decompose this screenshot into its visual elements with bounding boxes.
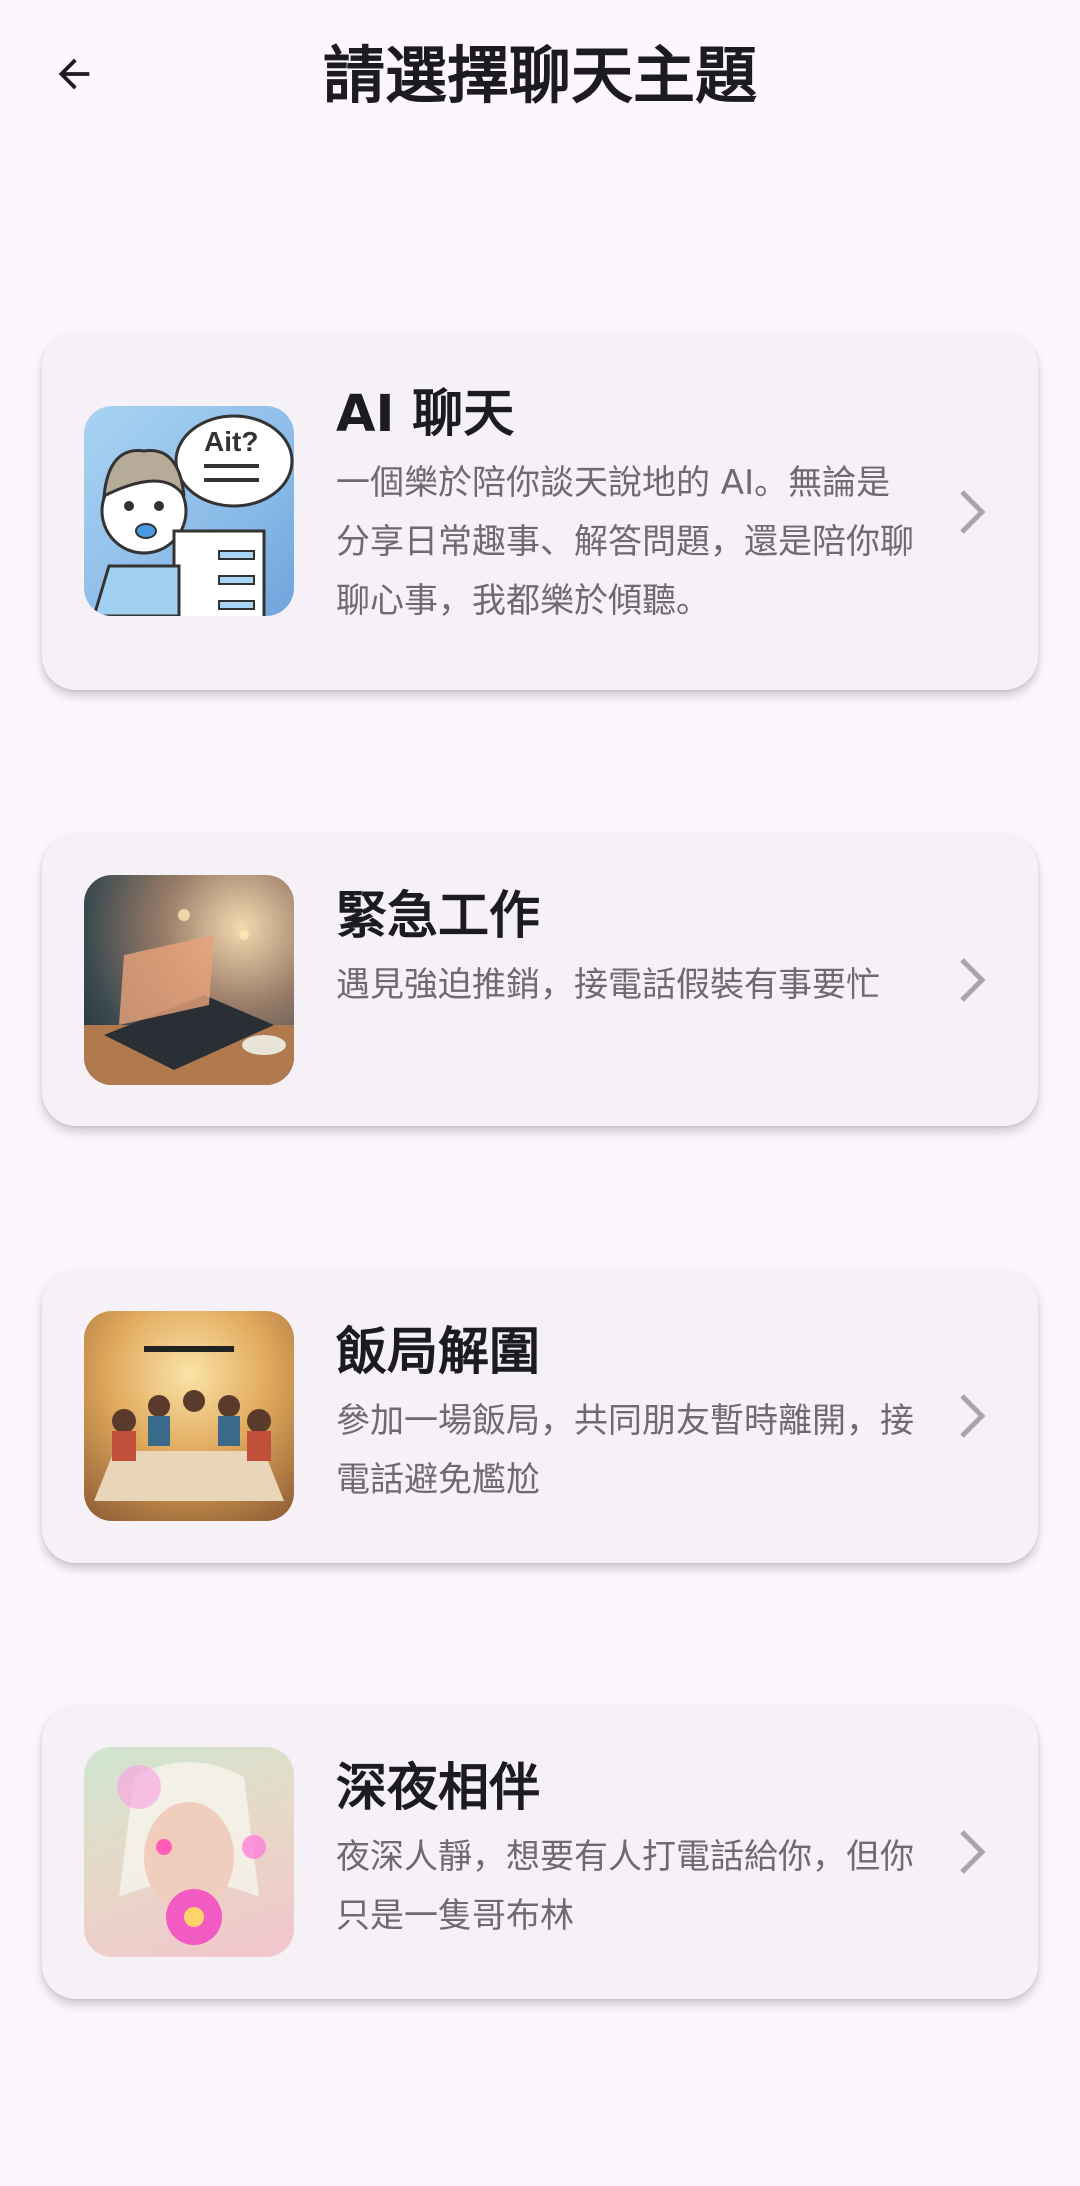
chevron-right-icon (960, 490, 986, 534)
chevron-right-icon (960, 1830, 986, 1874)
dinner-rescue-thumbnail (84, 1311, 294, 1521)
top-app-bar: 請選擇聊天主題 (0, 0, 1080, 150)
topic-description: 遇見強迫推銷，接電話假裝有事要忙 (336, 965, 880, 1005)
svg-text:Ait?: Ait? (204, 426, 258, 457)
topic-description: 夜深人靜，想要有人打電話給你，但你只是一隻哥布林 (336, 1837, 914, 1936)
topic-title: 飯局解圍 (336, 1323, 541, 1382)
page-title: 請選擇聊天主題 (322, 39, 757, 112)
ai-chat-thumbnail: Ait? (84, 406, 294, 616)
topic-card-ai-chat[interactable]: Ait? AI 聊天 一個樂於陪你談天說地的 AI。無論是分享日常趣事、解答問題… (42, 332, 1038, 690)
topic-title: 深夜相伴 (336, 1759, 541, 1818)
topic-description: 參加一場飯局，共同朋友暫時離開，接電話避免尷尬 (336, 1401, 914, 1500)
topic-card-dinner-rescue[interactable]: 飯局解圍 參加一場飯局，共同朋友暫時離開，接電話避免尷尬 (42, 1270, 1038, 1563)
chevron-right-icon (960, 1394, 986, 1438)
topic-card-late-night-company[interactable]: 深夜相伴 夜深人靜，想要有人打電話給你，但你只是一隻哥布林 (42, 1706, 1038, 1999)
late-night-company-thumbnail (84, 1747, 294, 1957)
topic-card-urgent-work[interactable]: 緊急工作 遇見強迫推銷，接電話假裝有事要忙 (42, 834, 1038, 1126)
urgent-work-thumbnail (84, 875, 294, 1085)
topic-title: 緊急工作 (336, 887, 541, 946)
topic-title: AI 聊天 (336, 385, 515, 444)
chevron-right-icon (960, 958, 986, 1002)
topic-description: 一個樂於陪你談天說地的 AI。無論是分享日常趣事、解答問題，還是陪你聊聊心事，我… (336, 463, 914, 621)
